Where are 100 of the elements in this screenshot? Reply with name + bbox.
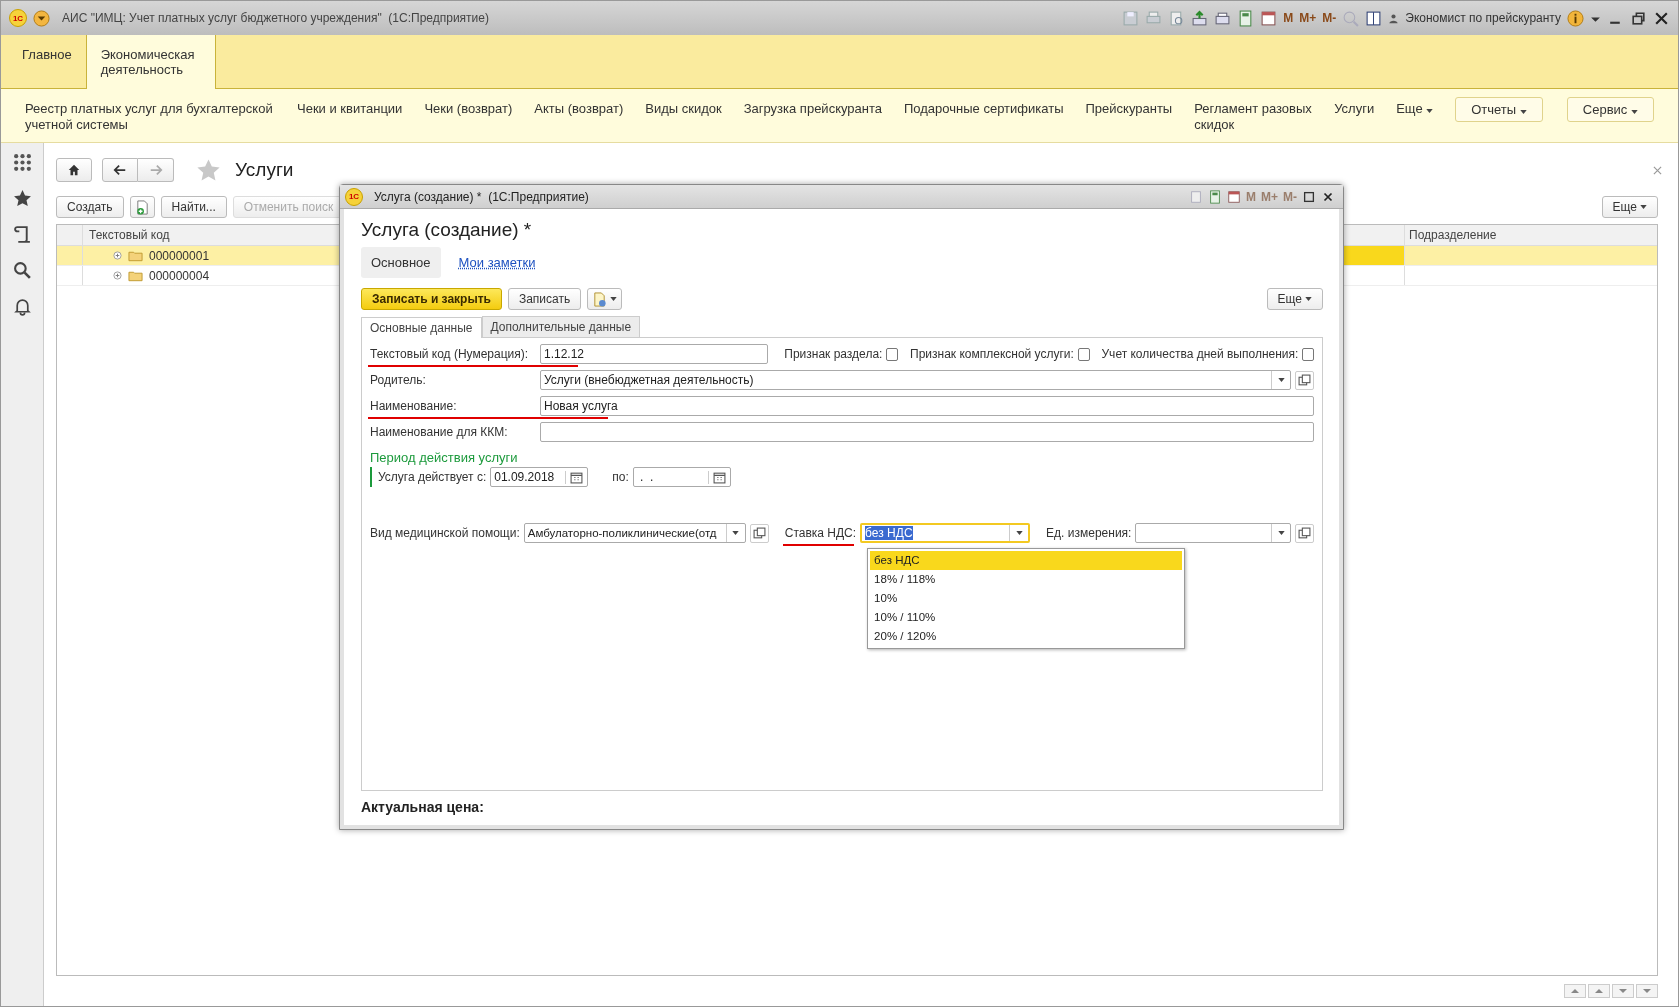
favorite-star-icon[interactable] <box>196 157 221 183</box>
add-document-icon <box>134 199 150 215</box>
name-field[interactable]: Новая услуга <box>540 396 1314 416</box>
menu-caret-icon[interactable] <box>33 9 50 27</box>
restore-icon[interactable] <box>1630 9 1647 27</box>
nav-link[interactable]: Реестр платных услуг для бухгалтерской учетной системы <box>25 101 275 133</box>
open-icon[interactable] <box>749 523 769 543</box>
vat-rate-field[interactable]: без НДС <box>860 523 1031 543</box>
caret-icon <box>610 297 618 301</box>
attach-menu-button[interactable] <box>587 288 623 310</box>
open-icon[interactable] <box>1295 370 1314 390</box>
more-menu[interactable]: Еще <box>1396 101 1434 117</box>
history-icon[interactable] <box>12 225 32 244</box>
section-tab[interactable]: Главное <box>8 35 87 88</box>
caret-icon <box>1640 205 1647 209</box>
memory-key[interactable]: M+ <box>1299 11 1317 25</box>
menu-button[interactable]: Сервис <box>1566 97 1654 122</box>
toolbar-button[interactable]: Создать <box>56 196 124 218</box>
maximize-icon[interactable] <box>1302 189 1316 204</box>
nav-link[interactable]: Чеки и квитанции <box>297 101 403 117</box>
dropdown-option[interactable]: 10% / 110% <box>870 608 1183 627</box>
date-field[interactable]: . . <box>632 467 731 487</box>
back-arrow-icon <box>112 163 128 177</box>
info-icon[interactable] <box>1567 9 1584 27</box>
nav-link[interactable]: Загрузка прейскуранта <box>743 101 882 117</box>
form-tab[interactable]: Основное <box>361 247 441 278</box>
home-button[interactable] <box>56 158 92 182</box>
calendar-icon[interactable] <box>1260 9 1278 27</box>
page-tab[interactable]: Дополнительные данные <box>481 316 641 337</box>
more-button[interactable]: Еще <box>1601 196 1658 218</box>
dropdown-option[interactable]: без НДС <box>870 551 1183 570</box>
dropdown-option[interactable]: 10% <box>870 589 1183 608</box>
nav-link[interactable]: Акты (возврат) <box>534 101 624 117</box>
caret-icon[interactable] <box>732 531 740 535</box>
nav-link[interactable]: Подарочные сертификаты <box>904 101 1064 117</box>
back-button[interactable] <box>102 158 138 182</box>
apps-grid-icon[interactable] <box>12 153 32 172</box>
add-document-button[interactable] <box>129 196 155 218</box>
checkbox[interactable] <box>1302 347 1314 361</box>
caret-icon <box>1305 297 1312 301</box>
nav-link[interactable]: Прейскуранты <box>1085 101 1173 117</box>
dropdown-option[interactable]: 20% / 120% <box>870 627 1183 646</box>
app-logo: 1С <box>9 9 27 27</box>
receipt-name-field[interactable] <box>540 422 1314 442</box>
nav-link[interactable]: Регламент разовых скидок <box>1194 101 1313 133</box>
nav-link[interactable]: Чеки (возврат) <box>424 101 513 117</box>
field-label: по: <box>612 470 629 484</box>
text-code-field[interactable]: 1.12.12 <box>540 344 769 364</box>
field-label: Ставка НДС: <box>784 526 857 540</box>
menu-button[interactable]: Отчеты <box>1455 97 1543 122</box>
checkbox-label: Признак раздела: <box>784 347 883 361</box>
search-icon[interactable] <box>12 261 32 280</box>
section-tab[interactable]: Экономическая деятельность <box>86 35 216 89</box>
star-icon[interactable] <box>12 189 32 208</box>
open-icon[interactable] <box>1295 523 1314 543</box>
panel-icon[interactable] <box>1365 9 1383 27</box>
expand-icon[interactable] <box>113 251 122 260</box>
save-button[interactable]: Записать <box>507 288 582 310</box>
caret-icon[interactable] <box>1015 531 1023 535</box>
folder-icon <box>128 269 143 282</box>
date-field[interactable]: 01.09.2018 <box>490 467 589 487</box>
field-label: Услуга действует с: <box>378 470 487 484</box>
expand-icon[interactable] <box>113 271 122 280</box>
caret-icon[interactable] <box>1277 378 1285 382</box>
table-cell: 000000001 <box>149 248 210 263</box>
memory-key[interactable]: M <box>1283 11 1294 25</box>
form-tab[interactable]: Мои заметки <box>448 247 546 278</box>
caret-icon[interactable] <box>1277 531 1285 535</box>
window-title: Услуга (создание) * (1С:Предприятие) <box>374 189 589 204</box>
window-title: АИС "ИМЦ: Учет платных услуг бюджетного учреждения" (1С:Предприятие) <box>62 11 489 25</box>
column-header[interactable]: Подразделение <box>1405 225 1657 245</box>
field-label: Текстовый код (Нумерация): <box>370 347 536 361</box>
field-label: Наименование: <box>370 399 536 413</box>
checkbox[interactable] <box>1077 347 1090 361</box>
unit-field[interactable] <box>1135 523 1291 543</box>
upload-icon[interactable] <box>1191 9 1209 27</box>
page-tab[interactable]: Основные данные <box>361 317 482 338</box>
memory-key[interactable]: M- <box>1322 11 1337 25</box>
home-icon <box>67 163 81 177</box>
nav-link[interactable]: Виды скидок <box>645 101 722 117</box>
checkbox[interactable] <box>886 347 898 361</box>
nav-link[interactable]: Услуги <box>1334 101 1375 117</box>
calculator-icon[interactable] <box>1208 189 1222 204</box>
toolbar-button[interactable]: Найти... <box>160 196 227 218</box>
caret-icon <box>1426 109 1434 113</box>
save-and-close-button[interactable]: Записать и закрыть <box>361 288 502 310</box>
user-name[interactable]: Экономист по прейскуранту <box>1405 11 1561 25</box>
care-type-field[interactable]: Амбулаторно-поликлинические(отд <box>523 523 746 543</box>
calendar-icon[interactable] <box>1227 189 1241 204</box>
checkbox-label: Учет количества дней выполнения: <box>1101 347 1299 361</box>
table-cell: 000000004 <box>149 268 210 283</box>
field-label: Родитель: <box>370 373 427 387</box>
folder-icon <box>128 249 143 262</box>
dropdown-option[interactable]: 18% / 118% <box>870 570 1183 589</box>
field-label: Наименование для ККМ: <box>370 425 509 439</box>
bell-icon[interactable] <box>12 297 32 316</box>
more-button[interactable]: Еще <box>1266 288 1323 310</box>
parent-field[interactable]: Услуги (внебюджетная деятельность) <box>540 370 1291 390</box>
form-heading: Услуга (создание) * <box>361 219 533 241</box>
document-clock-icon <box>592 291 608 307</box>
